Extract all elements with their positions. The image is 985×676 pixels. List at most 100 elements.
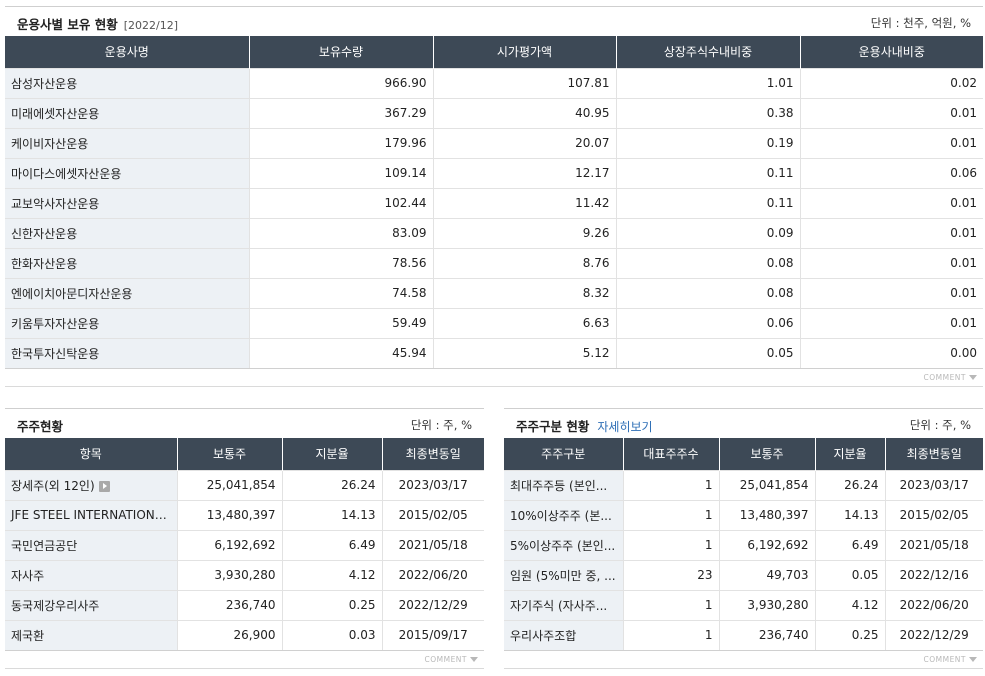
column-header: 지분율 xyxy=(281,438,382,470)
table-cell: 74.58 xyxy=(248,277,433,308)
table-cell: 0.11 xyxy=(615,187,800,218)
row-label-cell: 국민연금공단 xyxy=(5,529,177,560)
row-label-cell: 장세주(외 12인) xyxy=(5,469,177,500)
table-cell: 2023/03/17 xyxy=(884,469,983,500)
table-cell: 0.09 xyxy=(615,217,800,248)
row-label: 신한자산운용 xyxy=(11,226,78,241)
table-cell: 4.12 xyxy=(814,589,885,620)
table-cell: 0.06 xyxy=(799,157,983,188)
table-cell: 6.49 xyxy=(281,529,382,560)
table-row: JFE STEEL INTERNATIONAL... 13,480,397 14.1… xyxy=(5,499,484,530)
table-cell: 5.12 xyxy=(432,337,616,369)
comment-label: COMMENT xyxy=(923,372,966,382)
table-cell: 6,192,692 xyxy=(176,529,282,560)
table-cell: 0.25 xyxy=(281,589,382,620)
table-cell: 0.25 xyxy=(814,619,885,651)
table-cell: 8.76 xyxy=(432,247,616,278)
table-cell: 23 xyxy=(622,559,719,590)
table-cell: 26.24 xyxy=(281,469,382,500)
table-cell: 40.95 xyxy=(432,97,616,128)
column-header: 최종변동일 xyxy=(884,438,983,470)
row-label: 장세주(외 12인) xyxy=(11,478,95,493)
table-row: 미래에셋자산운용 367.29 40.95 0.38 0.01 xyxy=(5,97,983,128)
row-label: 키움투자자산운용 xyxy=(11,316,100,331)
comment-toggle[interactable]: COMMENT xyxy=(923,373,977,382)
comment-label: COMMENT xyxy=(923,654,966,664)
table-cell: 25,041,854 xyxy=(718,469,815,500)
table-row: 자사주 3,930,280 4.12 2022/06/20 xyxy=(5,559,484,590)
table-cell: 13,480,397 xyxy=(176,499,282,530)
table-row: 한국투자신탁운용 45.94 5.12 0.05 0.00 xyxy=(5,337,983,369)
table-cell: 2022/06/20 xyxy=(884,589,983,620)
row-label: JFE STEEL INTERNATIONAL... xyxy=(11,508,177,522)
table-cell: 0.01 xyxy=(799,217,983,248)
table-cell: 102.44 xyxy=(248,187,433,218)
table-cell: 0.05 xyxy=(615,337,800,369)
table-cell: 0.08 xyxy=(615,277,800,308)
table-cell: 14.13 xyxy=(281,499,382,530)
comment-toggle[interactable]: COMMENT xyxy=(923,655,977,664)
table-cell: 0.38 xyxy=(615,97,800,128)
row-label: 엔에이치아문디자산운용 xyxy=(11,286,133,301)
shareholders-title: 주주현황 xyxy=(17,419,64,434)
table-cell: 3,930,280 xyxy=(718,589,815,620)
caret-down-icon xyxy=(969,657,977,662)
table-cell: 179.96 xyxy=(248,127,433,158)
row-label: 임원 (5%미만 중, ... xyxy=(510,568,616,583)
table-cell: 0.19 xyxy=(615,127,800,158)
expand-arrow-icon[interactable] xyxy=(98,480,110,492)
row-label-cell: 한국투자신탁운용 xyxy=(5,337,249,369)
table-cell: 0.01 xyxy=(799,97,983,128)
row-label-cell: 우리사주조합 xyxy=(504,619,623,651)
table-cell: 20.07 xyxy=(432,127,616,158)
classification-header: 주주구분 현황 자세히보기 단위 : 주, % xyxy=(504,408,983,438)
row-label: 제국환 xyxy=(11,628,45,643)
column-header: 지분율 xyxy=(814,438,885,470)
comment-label: COMMENT xyxy=(424,654,467,664)
row-label-cell: 동국제강우리사주 xyxy=(5,589,177,620)
table-cell: 0.11 xyxy=(615,157,800,188)
row-label-cell: 자사주 xyxy=(5,559,177,590)
row-label-cell: 신한자산운용 xyxy=(5,217,249,248)
table-cell: 2015/02/05 xyxy=(381,499,484,530)
table-cell: 13,480,397 xyxy=(718,499,815,530)
table-cell: 0.01 xyxy=(799,127,983,158)
holdings-header: 운용사별 보유 현황 [2022/12] 단위 : 천주, 억원, % xyxy=(5,6,983,36)
table-cell: 1 xyxy=(622,589,719,620)
table-cell: 59.49 xyxy=(248,307,433,338)
row-label-cell: 최대주주등 (본인... xyxy=(504,469,623,500)
details-link[interactable]: 자세히보기 xyxy=(597,420,652,434)
classification-panel: 주주구분 현황 자세히보기 단위 : 주, % 주주구분 대표주주수 보통주 지분… xyxy=(504,408,983,669)
table-row: 임원 (5%미만 중, ... 23 49,703 0.05 2022/12/16 xyxy=(504,559,983,590)
row-label-cell: JFE STEEL INTERNATIONAL... xyxy=(5,499,177,530)
table-row: 제국환 26,900 0.03 2015/09/17 xyxy=(5,619,484,651)
table-cell: 2022/06/20 xyxy=(381,559,484,590)
row-label-cell: 미래에셋자산운용 xyxy=(5,97,249,128)
row-label: 국민연금공단 xyxy=(11,538,78,553)
row-label: 한화자산운용 xyxy=(11,256,78,271)
column-header: 대표주주수 xyxy=(622,438,719,470)
holdings-panel: 운용사별 보유 현황 [2022/12] 단위 : 천주, 억원, % 운용사명 … xyxy=(5,6,983,387)
row-label: 최대주주등 (본인... xyxy=(510,478,608,493)
table-cell: 78.56 xyxy=(248,247,433,278)
column-header: 상장주식수내비중 xyxy=(615,36,800,68)
table-cell: 26.24 xyxy=(814,469,885,500)
table-row: 키움투자자산운용 59.49 6.63 0.06 0.01 xyxy=(5,307,983,338)
holdings-date: [2022/12] xyxy=(123,19,178,32)
table-cell: 236,740 xyxy=(718,619,815,651)
table-row: 우리사주조합 1 236,740 0.25 2022/12/29 xyxy=(504,619,983,651)
row-label-cell: 마이다스에셋자산운용 xyxy=(5,157,249,188)
column-header: 항목 xyxy=(5,438,177,470)
row-label: 교보악사자산운용 xyxy=(11,196,100,211)
shareholders-unit: 단위 : 주, % xyxy=(410,418,472,432)
comment-toggle[interactable]: COMMENT xyxy=(424,655,478,664)
holdings-header-row: 운용사명 보유수량 시가평가액 상장주식수내비중 운용사내비중 xyxy=(5,36,983,68)
table-cell: 49,703 xyxy=(718,559,815,590)
row-label: 10%이상주주 (본... xyxy=(510,508,612,523)
table-cell: 2021/05/18 xyxy=(884,529,983,560)
table-cell: 9.26 xyxy=(432,217,616,248)
table-cell: 367.29 xyxy=(248,97,433,128)
row-label: 5%이상주주 (본인... xyxy=(510,538,616,553)
table-cell: 45.94 xyxy=(248,337,433,369)
row-label: 미래에셋자산운용 xyxy=(11,106,100,121)
